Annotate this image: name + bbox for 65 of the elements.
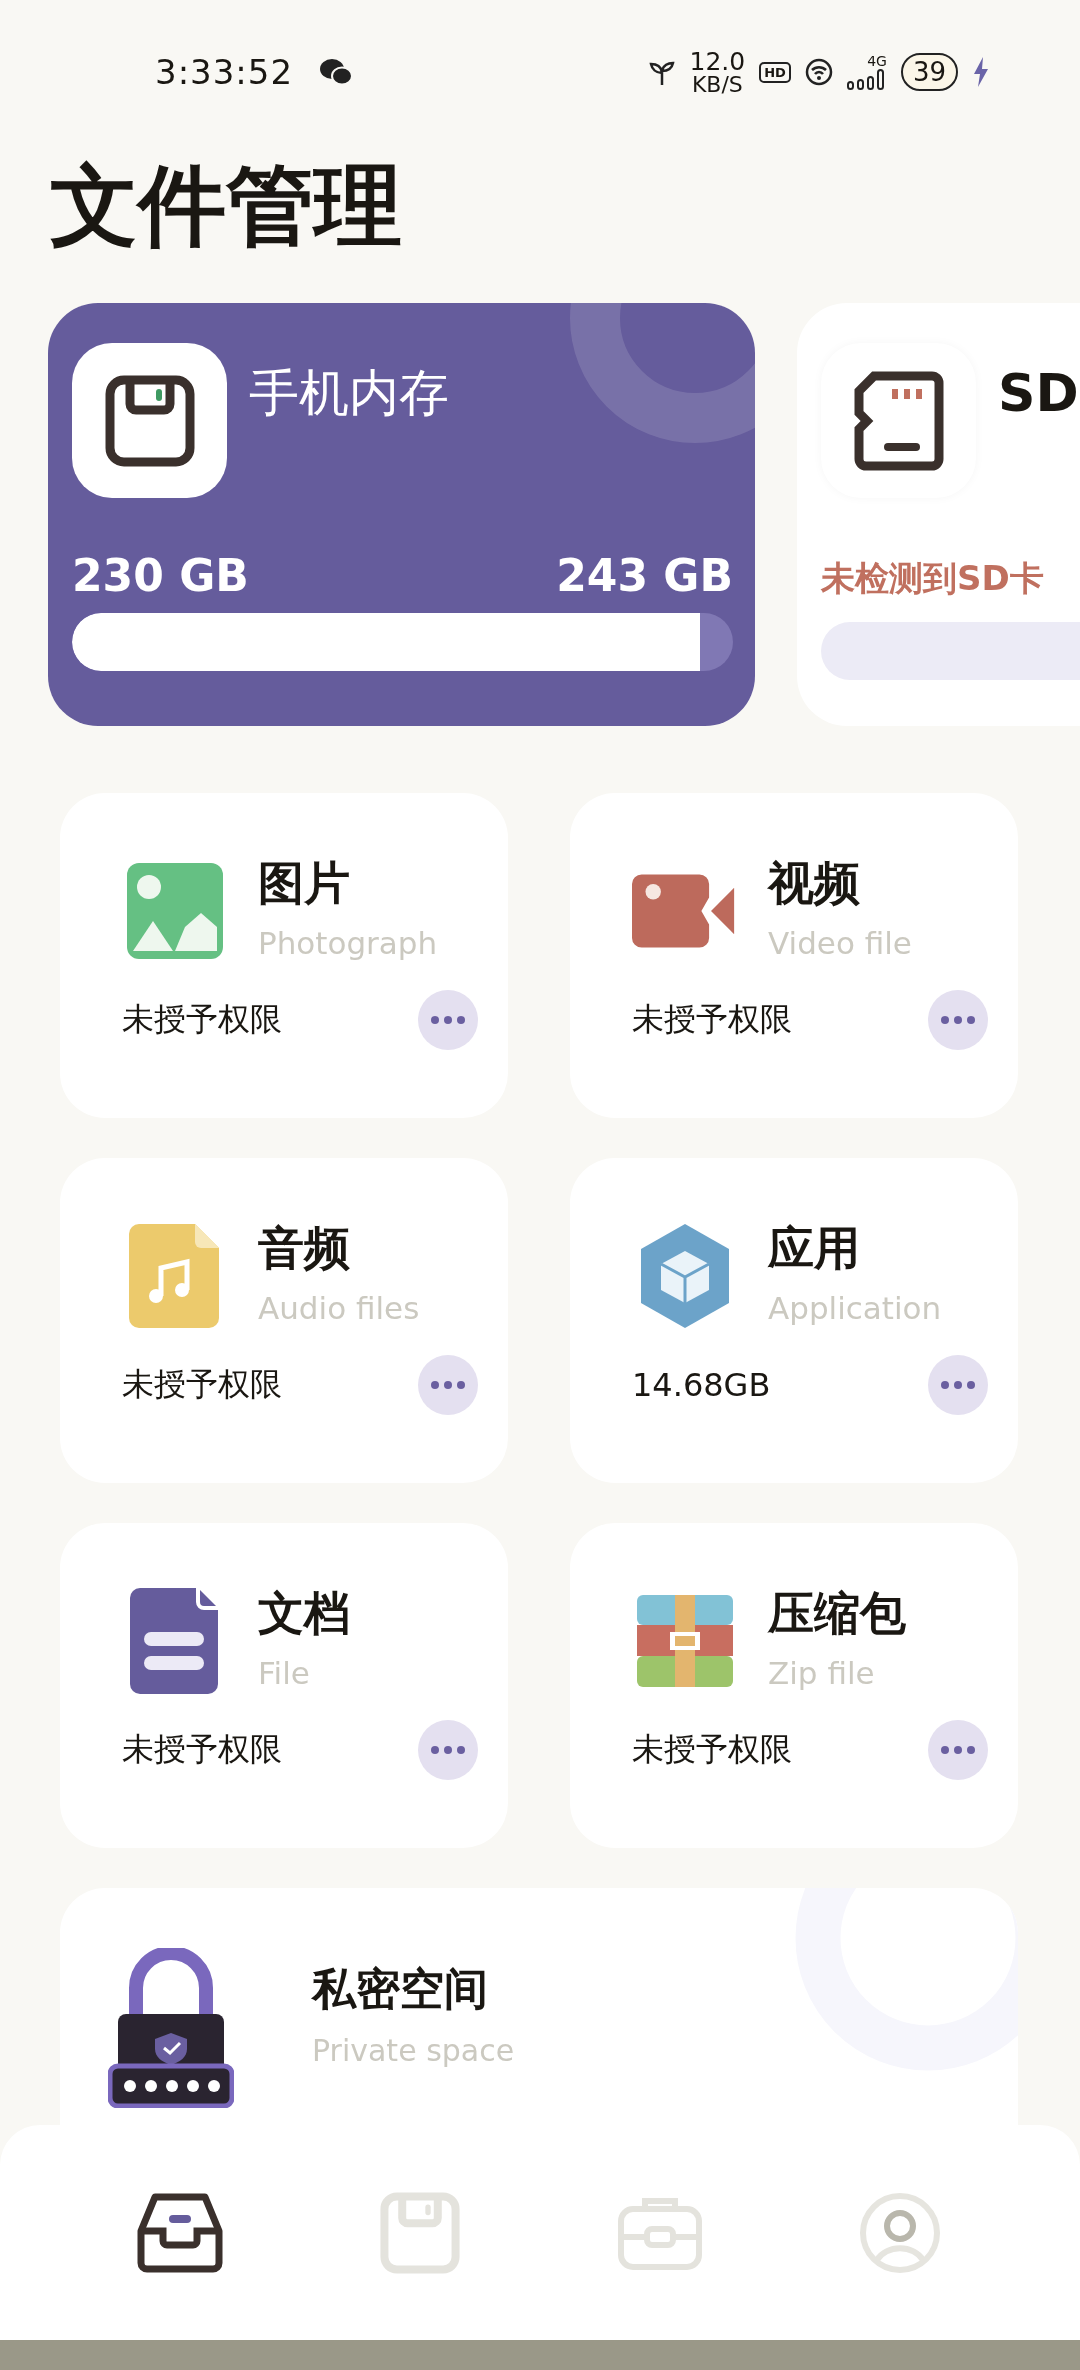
hd-badge: HD [759,61,791,83]
padlock-icon [108,1948,234,2108]
category-status: 未授予权限 [122,1364,282,1405]
storage-card[interactable]: 手机内存 230 GB 243 GB [48,303,755,726]
dots-icon [431,1381,465,1389]
private-space-subtitle: Private space [312,2033,515,2068]
category-subtitle: Video file [768,924,912,961]
inbox-tray-icon [137,2192,223,2273]
battery-level: 39 [900,53,958,91]
category-card[interactable]: 音频 Audio files 未授予权限 [60,1158,508,1483]
dots-icon [941,1016,975,1024]
network-type: 4G [867,54,887,68]
category-subtitle: File [258,1654,311,1691]
speed-value: 12.0 [689,48,746,74]
storage-name: SD [998,363,1079,423]
sd-status: 未检测到SD卡 [821,557,1044,600]
category-status: 未授予权限 [632,999,792,1040]
category-title: 压缩包 [768,1588,906,1639]
page-title: 文件管理 [50,158,402,255]
category-title: 视频 [768,858,861,909]
category-title: 音频 [258,1223,351,1274]
category-status: 14.68GB [632,1366,771,1404]
category-title: 应用 [768,1223,861,1274]
profile-icon [859,2191,941,2274]
category-subtitle: Zip file [768,1654,876,1691]
category-subtitle: Photograph [258,924,438,961]
dots-icon [941,1381,975,1389]
category-card[interactable]: 应用 Application 14.68GB [570,1158,1018,1483]
more-button[interactable] [418,1720,478,1780]
category-status: 未授予权限 [122,999,282,1040]
archive-icon [637,1595,733,1687]
image-icon [125,861,225,961]
clock: 3:33:52 [155,52,294,92]
category-subtitle: Application [768,1289,942,1326]
dots-icon [431,1016,465,1024]
charging-icon [972,56,990,88]
storage-card[interactable]: SD 未检测到SD卡 [797,303,1080,726]
used-space: 230 GB [72,550,249,601]
category-status: 未授予权限 [632,1729,792,1770]
category-subtitle: Audio files [258,1289,420,1326]
more-button[interactable] [418,1355,478,1415]
category-status: 未授予权限 [122,1729,282,1770]
document-icon [130,1586,220,1696]
category-card[interactable]: 图片 Photograph 未授予权限 [60,793,508,1118]
private-space-card[interactable]: 私密空间 Private space [60,1888,1018,2125]
wifi-icon [804,58,833,86]
total-space: 243 GB [556,550,733,601]
chat-icon [319,58,354,86]
category-card[interactable]: 压缩包 Zip file 未授予权限 [570,1523,1018,1848]
sd-card-icon [853,370,944,471]
dots-icon [431,1746,465,1754]
more-button[interactable] [928,1720,988,1780]
category-card[interactable]: 视频 Video file 未授予权限 [570,793,1018,1118]
dots-icon [941,1746,975,1754]
storage-name: 手机内存 [249,362,449,424]
category-title: 图片 [258,858,351,909]
more-button[interactable] [928,990,988,1050]
music-file-icon [129,1222,221,1330]
more-button[interactable] [928,1355,988,1415]
speed-unit: KB/S [691,73,743,96]
private-space-title: 私密空间 [312,1962,489,2016]
more-button[interactable] [418,990,478,1050]
category-title: 文档 [258,1588,350,1639]
category-card[interactable]: 文档 File 未授予权限 [60,1523,508,1848]
signal-icon [846,68,887,90]
